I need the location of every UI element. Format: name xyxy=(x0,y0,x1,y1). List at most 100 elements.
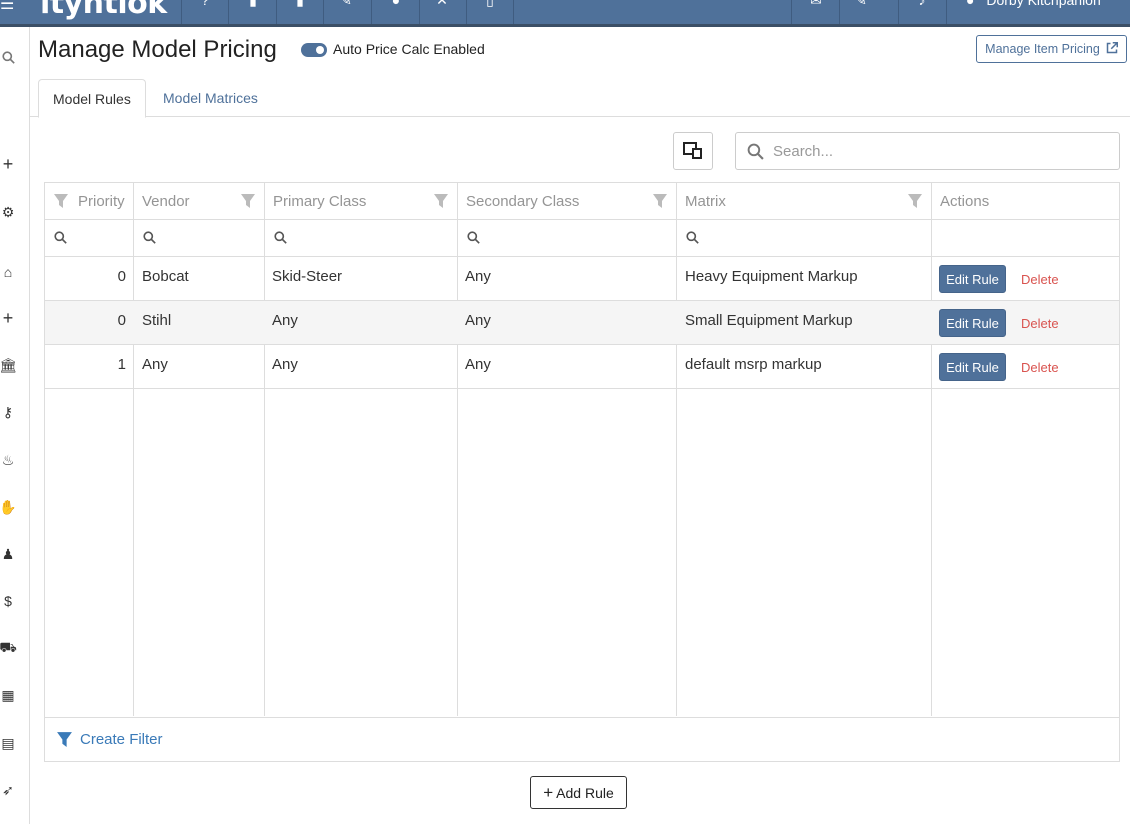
priority-cell: 0 xyxy=(117,268,126,285)
secondary-class-cell: Any xyxy=(465,312,491,329)
filter-icon[interactable] xyxy=(53,193,69,209)
separator xyxy=(323,0,324,24)
primary-class-cell: Any xyxy=(272,356,298,373)
filter-cell[interactable] xyxy=(265,220,457,257)
bell-icon[interactable]: ♪ xyxy=(914,0,930,8)
header-actions: Actions xyxy=(932,183,1119,220)
search-icon[interactable] xyxy=(0,49,16,65)
edit-doc-icon[interactable]: ✎ xyxy=(338,0,354,8)
primary-class-cell: Skid-Steer xyxy=(272,268,343,285)
table-row[interactable]: 0 Stihl Any Any Small Equipment Markup E… xyxy=(45,301,1119,345)
cash-register-icon[interactable]: ▤ xyxy=(0,735,16,751)
search-icon xyxy=(467,231,480,249)
column-chooser-button[interactable] xyxy=(673,132,713,170)
priority-cell: 0 xyxy=(117,312,126,329)
auto-price-toggle[interactable] xyxy=(301,43,327,57)
top-navbar: ☰ ityntlok ? ▮ ▮ ✎ ● ✕ ▯ ✉ ✎ ♪ ● Dorby K… xyxy=(0,0,1130,27)
handshake-icon[interactable]: ✋ xyxy=(0,499,17,515)
filter-cell[interactable] xyxy=(134,220,264,257)
fire-icon[interactable]: ♨ xyxy=(0,452,16,468)
rules-grid: Priority Vendor Primary Class Secondary … xyxy=(44,182,1120,762)
clipboard-icon[interactable]: ▮ xyxy=(245,0,261,8)
header-priority[interactable]: Priority xyxy=(45,183,133,220)
add-rule-label: Add Rule xyxy=(556,784,614,801)
separator xyxy=(513,0,514,24)
search-box xyxy=(735,132,1120,170)
plus-icon: + xyxy=(543,782,554,802)
tab-model-matrices[interactable]: Model Matrices xyxy=(149,79,272,117)
search-icon xyxy=(747,143,764,165)
user-name: Dorby Kitchpanion xyxy=(986,0,1101,8)
matrix-cell: Small Equipment Markup xyxy=(685,312,853,329)
separator xyxy=(839,0,840,24)
separator xyxy=(371,0,372,24)
add-rule-button[interactable]: + Add Rule xyxy=(530,776,627,809)
file-icon[interactable]: ▯ xyxy=(482,0,498,8)
delete-button[interactable]: Delete xyxy=(1021,360,1059,375)
vendor-cell: Any xyxy=(142,356,168,373)
help-icon[interactable]: ? xyxy=(197,0,213,8)
separator xyxy=(276,0,277,24)
matrix-cell: Heavy Equipment Markup xyxy=(685,268,858,285)
plus-icon[interactable]: + xyxy=(0,154,16,174)
search-icon xyxy=(54,231,67,249)
rocket-icon[interactable]: ➶ xyxy=(0,782,16,798)
header-vendor[interactable]: Vendor xyxy=(134,183,264,220)
document-icon[interactable]: ▮ xyxy=(292,0,308,8)
user-icon[interactable]: ● xyxy=(388,0,404,8)
separator xyxy=(228,0,229,24)
header-label: Vendor xyxy=(142,193,190,210)
header-label: Priority xyxy=(78,193,125,210)
filter-cell[interactable] xyxy=(45,220,133,257)
key-icon[interactable]: ⚷ xyxy=(0,404,16,420)
dollar-icon[interactable]: $ xyxy=(0,593,16,609)
filter-panel: Create Filter xyxy=(45,717,1119,762)
bank-icon[interactable]: 🏛 xyxy=(0,357,17,373)
secondary-class-cell: Any xyxy=(465,356,491,373)
gear-icon[interactable]: ⚙ xyxy=(0,204,16,220)
inbox-icon[interactable]: ✉ xyxy=(808,0,824,8)
external-link-icon xyxy=(1106,41,1118,57)
tab-model-rules[interactable]: Model Rules xyxy=(38,79,146,118)
edit-rule-button[interactable]: Edit Rule xyxy=(939,353,1006,381)
filter-cell[interactable] xyxy=(677,220,931,257)
column-chooser-icon xyxy=(683,142,702,159)
delete-button[interactable]: Delete xyxy=(1021,316,1059,331)
header-matrix[interactable]: Matrix xyxy=(677,183,931,220)
delete-button[interactable]: Delete xyxy=(1021,272,1059,287)
priority-cell: 1 xyxy=(117,356,126,373)
search-input[interactable] xyxy=(773,141,1103,161)
manage-item-pricing-button[interactable]: Manage Item Pricing xyxy=(976,35,1127,63)
home-icon[interactable]: ⌂ xyxy=(0,264,16,280)
matrix-cell: default msrp markup xyxy=(685,356,822,373)
table-row[interactable]: 0 Bobcat Skid-Steer Any Heavy Equipment … xyxy=(45,257,1119,301)
separator xyxy=(466,0,467,24)
edit-rule-button[interactable]: Edit Rule xyxy=(939,265,1006,293)
tab-bar: Model Rules Model Matrices xyxy=(30,79,1130,118)
separator xyxy=(898,0,899,24)
search-icon xyxy=(686,231,699,249)
menu-icon[interactable]: ☰ xyxy=(0,0,14,14)
filter-icon[interactable] xyxy=(240,193,256,209)
header-secondary-class[interactable]: Secondary Class xyxy=(458,183,676,220)
pencil-icon[interactable]: ✎ xyxy=(853,0,869,8)
person-icon[interactable]: ♟ xyxy=(0,546,16,562)
filter-icon[interactable] xyxy=(433,193,449,209)
user-menu[interactable]: ● Dorby Kitchpanion xyxy=(966,0,1101,8)
header-primary-class[interactable]: Primary Class xyxy=(265,183,457,220)
plus-icon[interactable]: + xyxy=(0,308,16,328)
table-row[interactable]: 1 Any Any Any default msrp markup Edit R… xyxy=(45,345,1119,389)
person-icon: ● xyxy=(966,0,975,8)
create-filter-link[interactable]: Create Filter xyxy=(80,731,163,748)
vendor-cell: Bobcat xyxy=(142,268,189,285)
close-icon[interactable]: ✕ xyxy=(434,0,450,8)
filter-icon[interactable] xyxy=(652,193,668,209)
edit-rule-button[interactable]: Edit Rule xyxy=(939,309,1006,337)
tractor-icon[interactable]: ⛟ xyxy=(0,639,17,656)
boxes-icon[interactable]: ▦ xyxy=(0,687,16,703)
filter-icon[interactable] xyxy=(56,731,73,753)
toggle-label: Auto Price Calc Enabled xyxy=(333,41,485,57)
filter-icon[interactable] xyxy=(907,193,923,209)
brand-logo[interactable]: ityntlok xyxy=(40,0,167,21)
filter-cell[interactable] xyxy=(458,220,676,257)
